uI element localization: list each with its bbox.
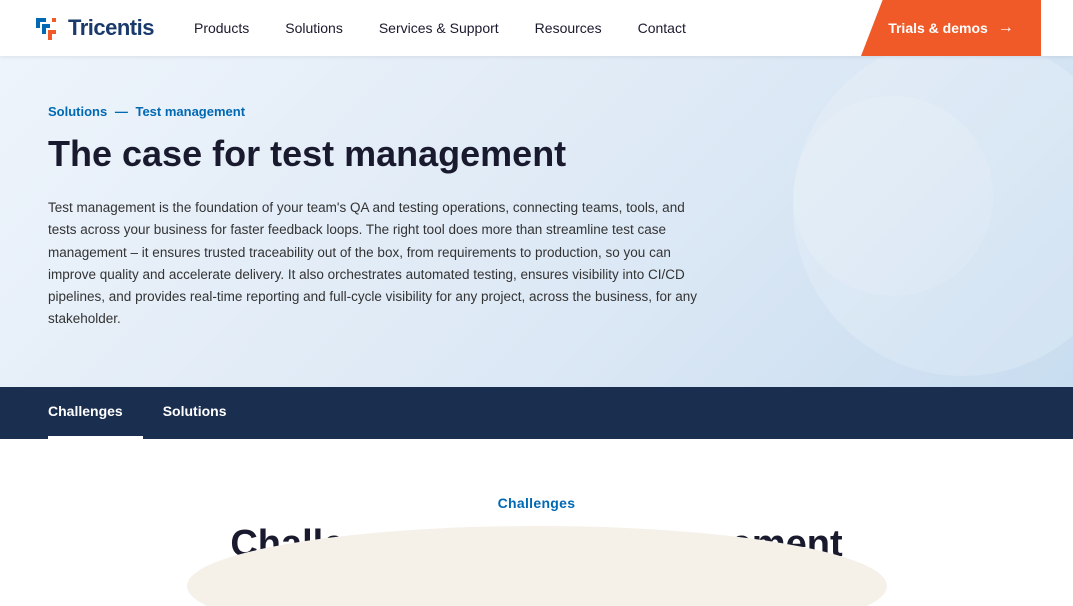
nav-services-support[interactable]: Services & Support [379, 20, 499, 36]
nav-products[interactable]: Products [194, 20, 249, 36]
nav-resources[interactable]: Resources [535, 20, 602, 36]
nav-contact[interactable]: Contact [638, 20, 686, 36]
nav-solutions[interactable]: Solutions [285, 20, 343, 36]
challenges-label: Challenges [48, 495, 1025, 511]
breadcrumb-separator: — [115, 104, 128, 119]
hero-description: Test management is the foundation of you… [48, 197, 708, 331]
tabs-bar: Challenges Solutions [0, 387, 1073, 439]
cta-label: Trials & demos [888, 20, 988, 36]
navbar: Tricentis Products Solutions Services & … [0, 0, 1073, 56]
cta-arrow-icon: → [998, 19, 1014, 37]
breadcrumb-section: Solutions [48, 104, 107, 119]
breadcrumb: Solutions — Test management [48, 104, 1025, 119]
tab-challenges[interactable]: Challenges [48, 387, 143, 439]
trials-demos-button[interactable]: Trials & demos → [861, 0, 1041, 56]
tab-solutions[interactable]: Solutions [163, 387, 247, 439]
logo[interactable]: Tricentis [32, 14, 154, 42]
hero-title: The case for test management [48, 133, 688, 175]
challenges-section: Challenges Challenges with test manageme… [0, 439, 1073, 606]
breadcrumb-current: Test management [135, 104, 245, 119]
logo-text: Tricentis [68, 15, 154, 41]
hero-section: Solutions — Test management The case for… [0, 56, 1073, 387]
tricentis-logo-icon [32, 14, 60, 42]
main-nav: Products Solutions Services & Support Re… [194, 20, 861, 36]
